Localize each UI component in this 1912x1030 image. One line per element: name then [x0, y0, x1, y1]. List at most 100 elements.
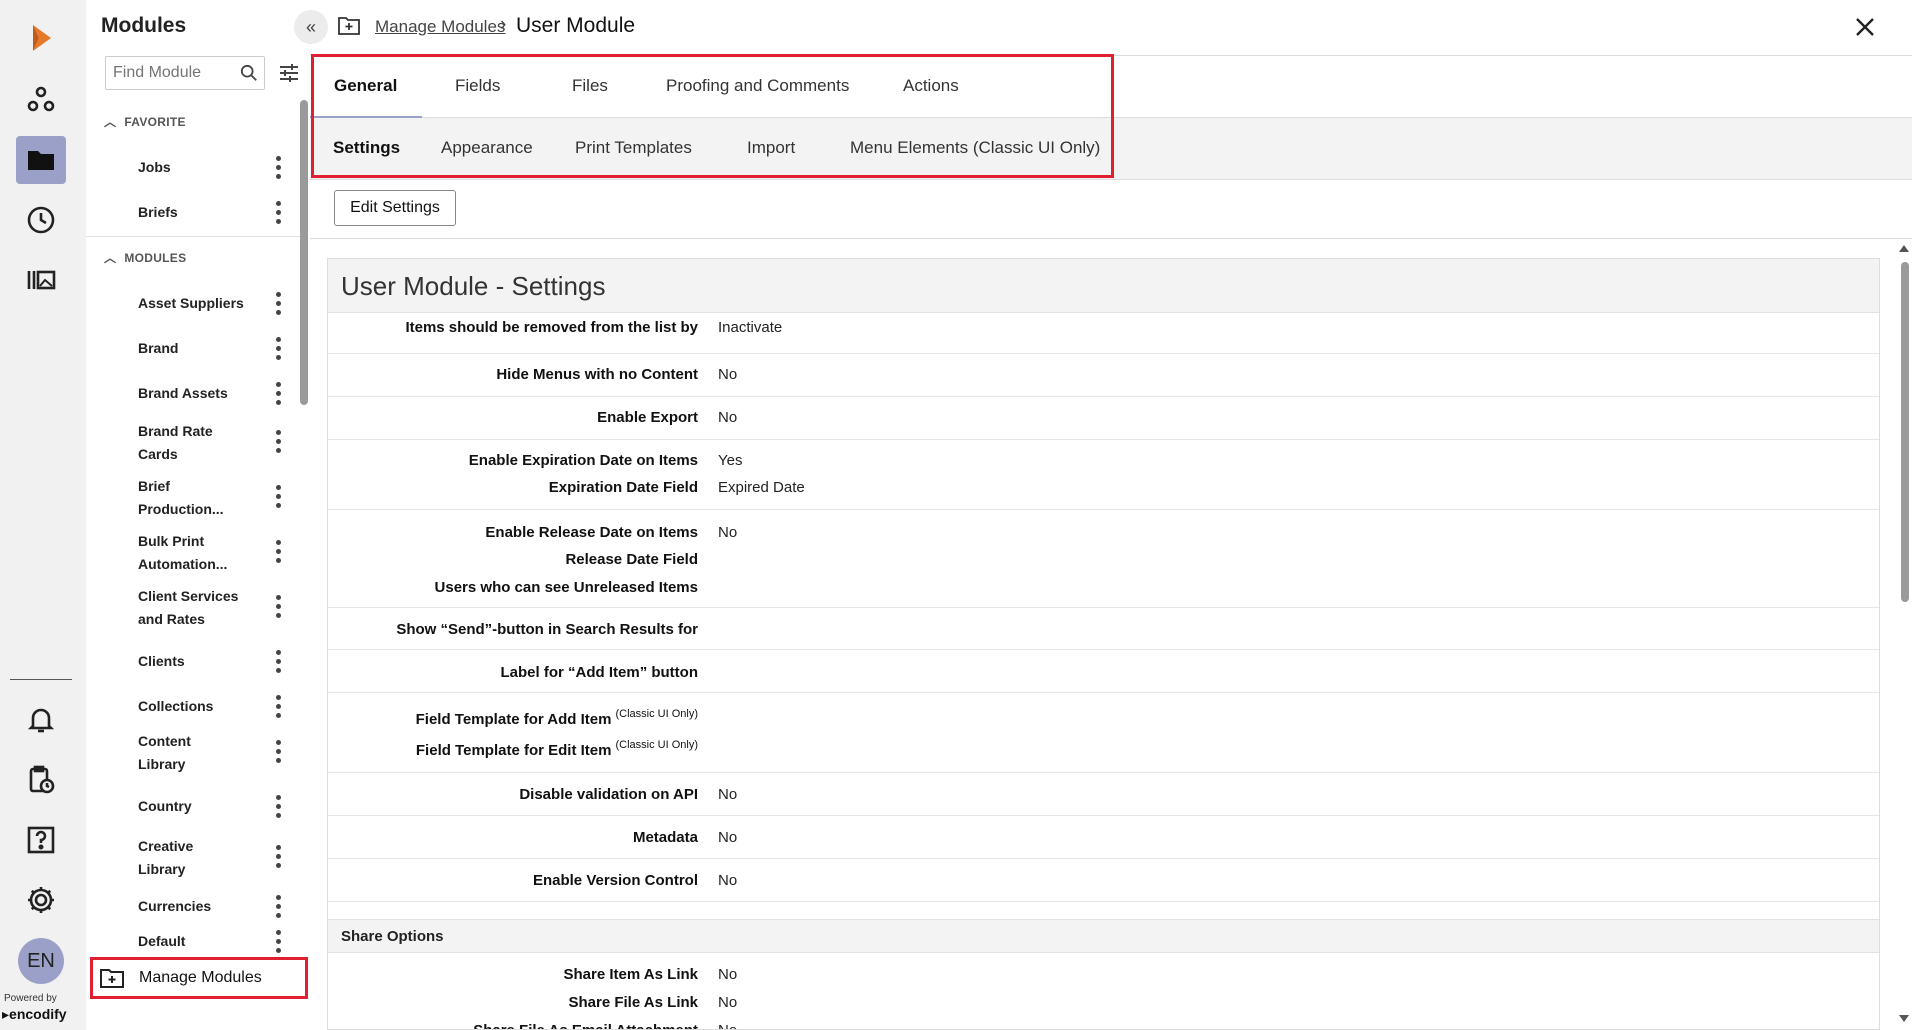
find-module-search[interactable]: [105, 56, 265, 90]
sidebar-item[interactable]: Currencies: [138, 895, 283, 918]
more-options-icon[interactable]: [276, 595, 282, 618]
setting-label-text: Show “Send”-button in Search Results for: [396, 621, 698, 638]
sidebar-item[interactable]: Bulk Print Automation...: [138, 530, 283, 576]
clock-icon[interactable]: [16, 196, 66, 244]
setting-label: Field Template for Edit Item (Classic UI …: [416, 739, 698, 759]
sidebar-item[interactable]: Brand Assets: [138, 382, 283, 405]
more-options-icon[interactable]: [276, 485, 282, 508]
sidebar-item[interactable]: Client Services and Rates: [138, 585, 283, 631]
more-options-icon[interactable]: [276, 795, 282, 818]
manage-modules-button[interactable]: Manage Modules: [90, 957, 308, 999]
setting-label: Enable Version Control: [533, 872, 698, 889]
sidebar-item[interactable]: Clients: [138, 650, 283, 673]
settings-row: Enable Release Date on Items No Release Da…: [328, 510, 1879, 608]
setting-value: No: [718, 872, 738, 889]
filter-sliders-icon[interactable]: [278, 62, 300, 84]
setting-value: No: [718, 994, 738, 1011]
rail-divider: [10, 679, 72, 680]
tab-print-templates[interactable]: Print Templates: [575, 138, 692, 158]
more-options-icon[interactable]: [276, 292, 282, 315]
sidebar-item-label: Default: [138, 933, 186, 949]
help-icon[interactable]: [16, 816, 66, 864]
sidebar-item-label: Automation...: [138, 556, 228, 572]
sidebar-item-label: Collections: [138, 698, 214, 714]
sidebar-item[interactable]: Collections: [138, 695, 283, 718]
sidebar-item[interactable]: Creative Library: [138, 835, 283, 881]
sidebar-item-label: Brand Rate: [138, 423, 213, 439]
sidebar-item[interactable]: Country: [138, 795, 283, 818]
settings-panel: User Module - Settings Items should be r…: [327, 258, 1880, 1030]
sidebar-divider: [86, 236, 306, 237]
encodify-logo-icon[interactable]: [16, 14, 66, 62]
modules-folder-icon[interactable]: [16, 136, 66, 184]
tab-general[interactable]: General: [334, 76, 397, 96]
modules-section-header[interactable]: ︿ MODULES: [104, 249, 186, 266]
more-options-icon[interactable]: [276, 695, 282, 718]
more-options-icon[interactable]: [276, 382, 282, 405]
clipboard-clock-icon[interactable]: [16, 756, 66, 804]
more-options-icon[interactable]: [276, 895, 282, 918]
tab-proofing-and-comments[interactable]: Proofing and Comments: [666, 76, 849, 96]
setting-value: Expired Date: [718, 479, 805, 496]
tab-fields[interactable]: Fields: [455, 76, 500, 96]
tab-files[interactable]: Files: [572, 76, 608, 96]
setting-value: Inactivate: [718, 319, 783, 336]
setting-label-text: Expiration Date Field: [548, 479, 698, 496]
scroll-down-arrow-icon[interactable]: [1899, 1015, 1909, 1022]
brand-name: encodify: [9, 1006, 67, 1022]
more-options-icon[interactable]: [276, 201, 282, 224]
sidebar-item[interactable]: Content Library: [138, 730, 283, 776]
close-icon[interactable]: [1850, 12, 1880, 42]
sidebar-item[interactable]: Default: [138, 930, 283, 953]
more-options-icon[interactable]: [276, 430, 282, 453]
setting-value: No: [718, 524, 738, 541]
more-options-icon[interactable]: [276, 650, 282, 673]
user-avatar[interactable]: EN: [18, 938, 64, 984]
scroll-up-arrow-icon[interactable]: [1899, 245, 1909, 252]
favorite-section-header[interactable]: ︿ FAVORITE: [104, 113, 186, 130]
more-options-icon[interactable]: [276, 156, 282, 179]
more-options-icon[interactable]: [276, 540, 282, 563]
sidebar-item[interactable]: Briefs: [138, 201, 283, 224]
setting-label-text: Hide Menus with no Content: [496, 366, 698, 383]
find-module-input[interactable]: [106, 57, 236, 89]
sidebar-item-label: Production...: [138, 501, 224, 517]
settings-row: Hide Menus with no Content No: [328, 354, 1879, 397]
setting-label: Expiration Date Field: [549, 479, 698, 496]
tab-actions[interactable]: Actions: [903, 76, 959, 96]
more-options-icon[interactable]: [276, 740, 282, 763]
settings-row: Show “Send”-button in Search Results for: [328, 608, 1879, 650]
setting-label-text: Label for “Add Item” button: [500, 664, 698, 681]
bell-icon[interactable]: [16, 696, 66, 744]
sidebar-item[interactable]: Brand Rate Cards: [138, 420, 283, 466]
setting-value: No: [718, 409, 738, 426]
more-options-icon[interactable]: [276, 337, 282, 360]
setting-label-text: Field Template for Add Item: [415, 711, 612, 728]
sidebar-item[interactable]: Asset Suppliers: [138, 292, 283, 315]
sidebar-item[interactable]: Brand: [138, 337, 283, 360]
tab-appearance[interactable]: Appearance: [441, 138, 533, 158]
settings-row: Enable Export No: [328, 397, 1879, 440]
setting-label: Release Date Field: [565, 551, 698, 568]
more-options-icon[interactable]: [276, 845, 282, 868]
workflow-icon[interactable]: [16, 76, 66, 124]
tab-settings[interactable]: Settings: [333, 138, 400, 158]
more-options-icon[interactable]: [276, 930, 282, 953]
sidebar-item[interactable]: Jobs: [138, 156, 283, 179]
tab-import[interactable]: Import: [747, 138, 795, 158]
share-options-header: Share Options: [328, 919, 1879, 953]
setting-label-text: Enable Export: [597, 409, 698, 426]
breadcrumb-manage-modules[interactable]: Manage Modules: [375, 17, 505, 37]
sidebar-item-label: Asset Suppliers: [138, 295, 244, 311]
setting-label: Label for “Add Item” button: [501, 664, 698, 681]
setting-label: Hide Menus with no Content: [496, 366, 698, 383]
main-scrollbar-thumb[interactable]: [1901, 262, 1909, 602]
search-icon[interactable]: [240, 64, 258, 82]
sidebar-scrollbar[interactable]: [300, 100, 308, 405]
sidebar-item[interactable]: Brief Production...: [138, 475, 283, 521]
tab-menu-elements[interactable]: Menu Elements (Classic UI Only): [850, 138, 1100, 158]
edit-settings-button[interactable]: Edit Settings: [334, 190, 456, 226]
panel-title: User Module - Settings: [341, 271, 606, 301]
gear-icon[interactable]: [16, 876, 66, 924]
library-icon[interactable]: [16, 256, 66, 304]
